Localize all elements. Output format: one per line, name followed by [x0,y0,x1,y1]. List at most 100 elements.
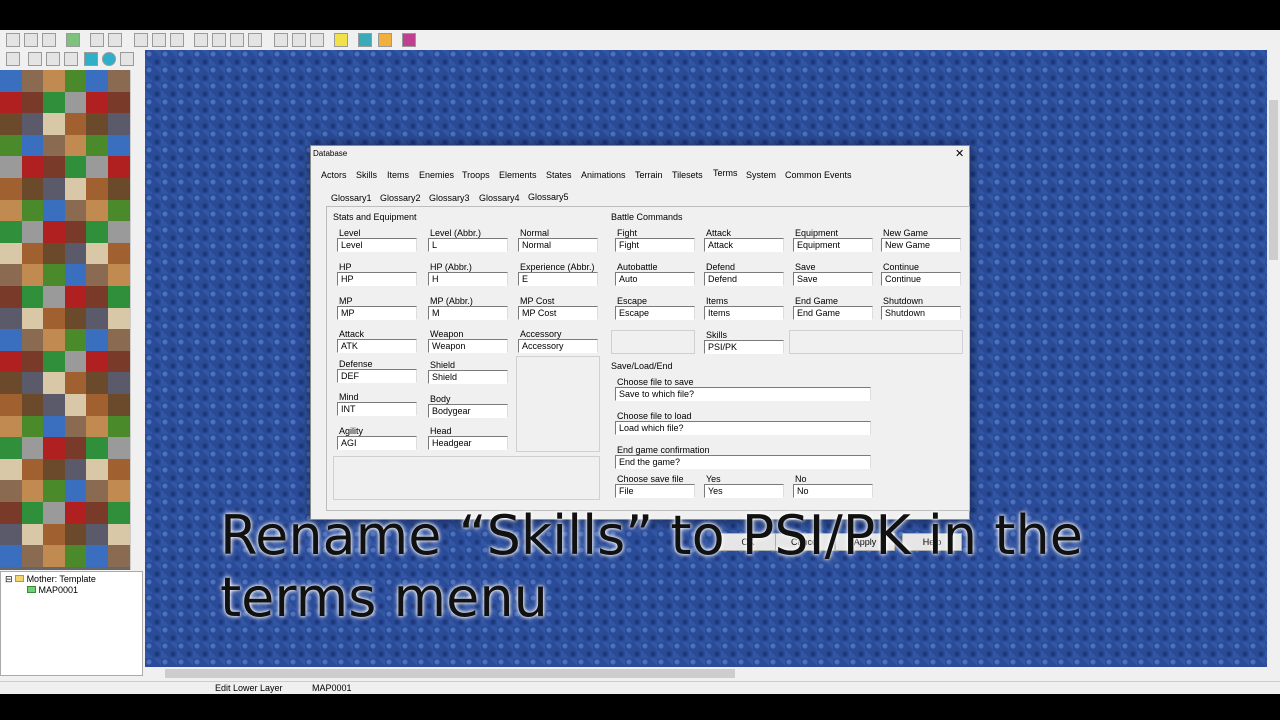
tab-skills[interactable]: Skills [356,170,377,180]
tile-swatch[interactable] [64,221,87,243]
tile-swatch[interactable] [86,394,108,416]
tile-swatch[interactable] [43,415,65,438]
battle-save-input[interactable]: Save [793,272,873,286]
tile-swatch[interactable] [0,113,22,135]
tile-swatch[interactable] [86,134,108,157]
tile-swatch[interactable] [108,437,130,459]
cut-icon[interactable] [90,33,104,47]
tile-swatch[interactable] [64,134,87,157]
subtab-glossary2[interactable]: Glossary2 [380,193,421,203]
stat-level-input[interactable]: Level [337,238,417,252]
battle-continue-input[interactable]: Continue [881,272,961,286]
tile-swatch[interactable] [86,286,108,308]
tile-swatch[interactable] [64,242,87,265]
tab-system[interactable]: System [746,170,776,180]
tile-swatch[interactable] [21,545,44,567]
stat-hp-input[interactable]: HP [337,272,417,286]
tile-swatch[interactable] [21,329,44,351]
tile-swatch[interactable] [108,480,130,502]
battle-fight-input[interactable]: Fight [615,238,695,252]
tile-swatch[interactable] [43,502,65,524]
stat-shield-input[interactable]: Shield [428,370,508,384]
new-project-icon[interactable] [6,33,20,47]
save-icon[interactable] [66,33,80,47]
tile-swatch[interactable] [21,70,44,92]
horizontal-scroll-thumb[interactable] [165,669,735,678]
tile-swatch[interactable] [64,307,87,330]
tile-swatch[interactable] [0,156,22,178]
tile-swatch[interactable] [108,394,130,416]
tile-swatch[interactable] [108,134,130,157]
tile-swatch[interactable] [86,113,108,135]
stat-mp-abbr--input[interactable]: M [428,306,508,320]
tile-swatch[interactable] [21,199,44,222]
tile-swatch[interactable] [108,113,130,135]
rectangle-icon[interactable] [84,52,98,66]
tile-swatch[interactable] [64,264,87,286]
confirm-choose-save-file-input[interactable]: File [615,484,695,498]
battle-end-game-input[interactable]: End Game [793,306,873,320]
tile-swatch[interactable] [64,199,87,222]
tile-swatch[interactable] [21,156,44,178]
stat-weapon-input[interactable]: Weapon [428,339,508,353]
tile-swatch[interactable] [86,156,108,178]
tile-swatch[interactable] [43,437,65,459]
tile-swatch[interactable] [0,70,22,92]
layer-lower-icon[interactable] [134,33,148,47]
tile-swatch[interactable] [0,437,22,459]
tile-swatch[interactable] [108,545,130,567]
tile-swatch[interactable] [21,286,44,308]
tile-swatch[interactable] [0,242,22,265]
tab-terrain[interactable]: Terrain [635,170,663,180]
tile-swatch[interactable] [0,307,22,330]
tile-swatch[interactable] [43,221,65,243]
tile-swatch[interactable] [108,329,130,351]
tile-swatch[interactable] [43,372,65,394]
tile-swatch[interactable] [0,502,22,524]
confirm-no-input[interactable]: No [793,484,873,498]
pencil-icon[interactable] [64,52,78,66]
title-icon[interactable] [378,33,392,47]
tile-swatch[interactable] [64,523,87,546]
tile-swatch[interactable] [108,91,130,114]
tile-swatch[interactable] [43,329,65,351]
stat-mp-cost-input[interactable]: MP Cost [518,306,598,320]
tile-swatch[interactable] [86,199,108,222]
tile-swatch[interactable] [64,545,87,567]
fullscreen-icon[interactable] [358,33,372,47]
tile-swatch[interactable] [43,523,65,546]
zoom-8-icon[interactable] [248,33,262,47]
tile-swatch[interactable] [64,502,87,524]
zoom-tool-icon[interactable] [46,52,60,66]
tile-swatch[interactable] [43,178,65,200]
tile-swatch[interactable] [43,264,65,286]
tab-terms[interactable]: Terms [713,168,738,178]
zoom-2-icon[interactable] [212,33,226,47]
tile-swatch[interactable] [21,307,44,330]
tile-swatch[interactable] [64,113,87,135]
tile-swatch[interactable] [21,350,44,373]
tile-swatch[interactable] [64,480,87,502]
tile-swatch[interactable] [86,437,108,459]
tile-swatch[interactable] [21,178,44,200]
tileset-palette[interactable] [0,70,130,570]
tile-swatch[interactable] [21,372,44,394]
battle-shutdown-input[interactable]: Shutdown [881,306,961,320]
tab-common-events[interactable]: Common Events [785,170,852,180]
resource-manager-icon[interactable] [292,33,306,47]
event-layer-icon[interactable] [170,33,184,47]
stat-head-input[interactable]: Headgear [428,436,508,450]
save-1-input[interactable]: Load which file? [615,421,871,435]
map-horizontal-scrollbar[interactable] [145,667,1267,680]
tile-swatch[interactable] [0,372,22,394]
tile-swatch[interactable] [0,350,22,373]
tile-swatch[interactable] [86,480,108,502]
tile-swatch[interactable] [64,437,87,459]
tile-swatch[interactable] [86,458,108,481]
stat-defense-input[interactable]: DEF [337,369,417,383]
tile-swatch[interactable] [0,178,22,200]
tile-swatch[interactable] [43,458,65,481]
tile-swatch[interactable] [86,545,108,567]
zoom-1-icon[interactable] [194,33,208,47]
battle-skills-input[interactable]: PSI/PK [704,340,784,354]
